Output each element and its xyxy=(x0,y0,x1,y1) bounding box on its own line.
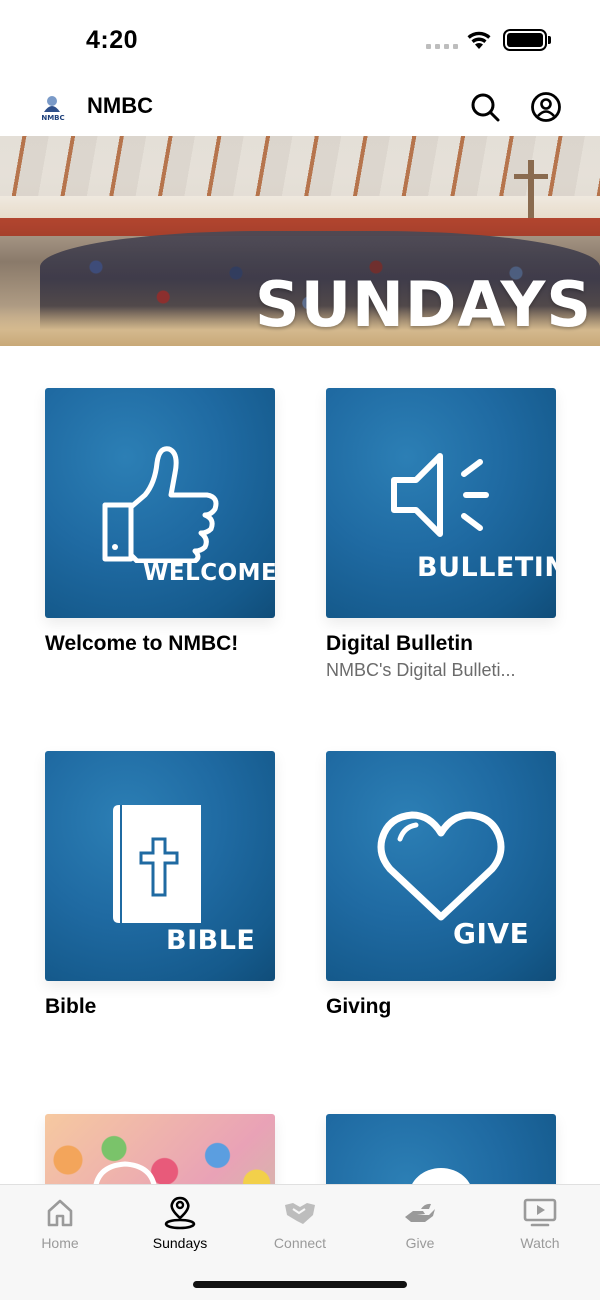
card-subtitle: NMBC's Digital Bulleti... xyxy=(326,660,516,680)
search-button[interactable] xyxy=(468,90,502,124)
status-time: 4:20 xyxy=(86,26,139,54)
card-title: Bible xyxy=(45,995,97,1018)
app-title: NMBC xyxy=(87,93,153,118)
tab-label: Sundays xyxy=(152,1235,208,1251)
tab-label: Give xyxy=(405,1235,435,1251)
search-icon xyxy=(471,93,500,122)
tab-give[interactable]: Give xyxy=(360,1195,480,1251)
card-title: Welcome to NMBC! xyxy=(45,632,239,655)
battery-icon xyxy=(503,29,547,51)
tab-label: Home xyxy=(41,1235,79,1251)
sundays-hero-banner: SUNDAYS xyxy=(0,136,600,346)
megaphone-speaker-icon xyxy=(391,453,489,537)
hero-title: SUNDAYS xyxy=(255,268,592,341)
account-button[interactable] xyxy=(529,90,563,124)
thumbs-up-icon xyxy=(102,446,219,563)
give-thumbnail: GIVE xyxy=(326,751,556,981)
play-screen-icon xyxy=(523,1198,557,1227)
giving-card[interactable]: GIVE Giving xyxy=(326,751,556,1019)
home-icon xyxy=(47,1199,73,1227)
app-header: NMBC NMBC xyxy=(0,78,600,136)
svg-text:NMBC: NMBC xyxy=(41,114,64,122)
heart-icon xyxy=(377,811,505,921)
bible-thumbnail: BIBLE xyxy=(45,751,275,981)
handshake-icon xyxy=(285,1203,315,1224)
tab-watch[interactable]: Watch xyxy=(480,1195,600,1251)
home-indicator[interactable] xyxy=(193,1281,407,1288)
cross-icon xyxy=(514,160,548,218)
card-title: Giving xyxy=(326,995,392,1018)
tab-label: Watch xyxy=(520,1235,560,1251)
digital-bulletin-card[interactable]: BULLETIN Digital Bulletin NMBC's Digital… xyxy=(326,388,556,681)
welcome-label: WELCOME xyxy=(143,560,275,586)
welcome-card[interactable]: WELCOME Welcome to NMBC! xyxy=(45,388,275,656)
card-title: Digital Bulletin xyxy=(326,632,473,655)
giving-hand-icon xyxy=(405,1203,435,1222)
account-icon xyxy=(531,92,561,122)
bible-card[interactable]: BIBLE Bible xyxy=(45,751,275,1019)
welcome-thumbnail: WELCOME xyxy=(45,388,275,618)
bulletin-thumbnail: BULLETIN xyxy=(326,388,556,618)
give-label: GIVE xyxy=(453,917,530,950)
status-bar: 4:20 xyxy=(0,0,600,78)
bible-label: BIBLE xyxy=(166,925,256,956)
tab-home[interactable]: Home xyxy=(0,1195,120,1251)
cellular-signal-icon xyxy=(426,44,458,49)
bible-book-icon xyxy=(113,805,201,923)
bulletin-label: BULLETIN xyxy=(417,552,556,583)
tab-connect[interactable]: Connect xyxy=(240,1195,360,1251)
tab-label: Connect xyxy=(273,1235,327,1251)
tab-sundays[interactable]: Sundays xyxy=(120,1195,240,1251)
wifi-icon xyxy=(464,28,494,55)
church-logo: NMBC xyxy=(38,92,68,122)
location-pin-icon xyxy=(164,1196,196,1230)
